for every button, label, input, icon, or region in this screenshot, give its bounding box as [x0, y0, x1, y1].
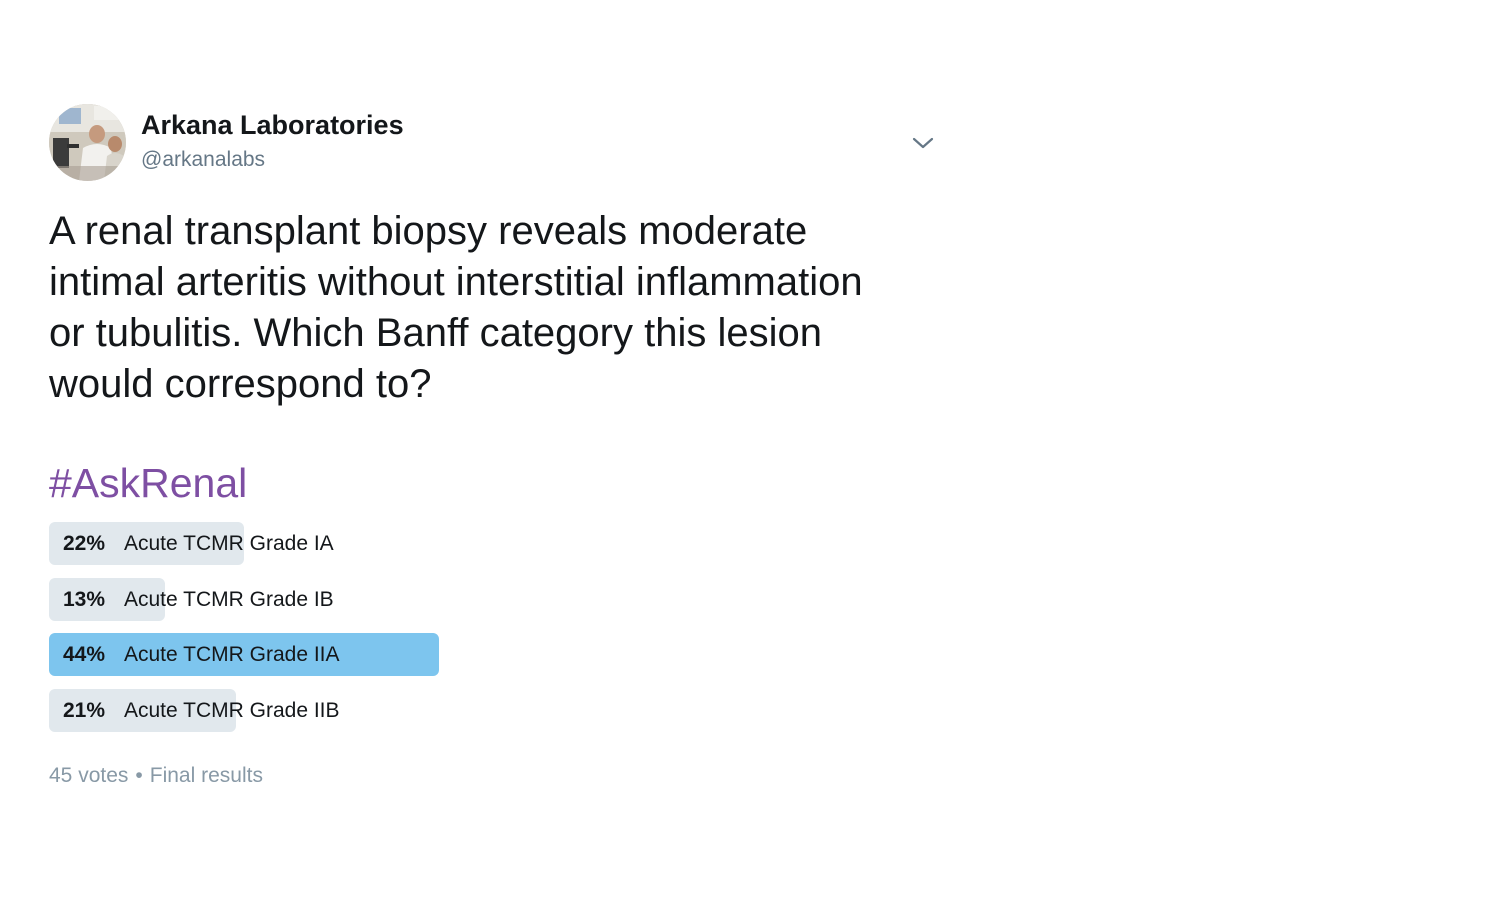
poll-option-label: Acute TCMR Grade IA	[124, 532, 334, 555]
poll-percent: 13%	[63, 587, 106, 611]
poll-meta: 45 votes • Final results	[49, 764, 263, 788]
avatar[interactable]	[49, 104, 126, 181]
poll-option-label: Acute TCMR Grade IB	[124, 587, 334, 611]
poll-meta-separator: •	[135, 764, 143, 787]
tweet-text: A renal transplant biopsy reveals modera…	[49, 209, 863, 406]
poll-option-winner: 44% Acute TCMR Grade IIA	[49, 633, 549, 676]
chevron-down-icon[interactable]	[911, 134, 935, 152]
poll-status: Final results	[149, 764, 263, 787]
poll-option: 22% Acute TCMR Grade IA	[49, 522, 549, 565]
poll-percent: 22%	[63, 532, 106, 555]
poll-option: 13% Acute TCMR Grade IB	[49, 577, 549, 621]
author-handle[interactable]: @arkanalabs	[141, 148, 265, 172]
tweet-card: Arkana Laboratories @arkanalabs A renal …	[49, 104, 939, 787]
poll: 22% Acute TCMR Grade IA 13% Acute TCMR G…	[49, 522, 549, 744]
hashtag-link[interactable]: #AskRenal	[49, 458, 247, 508]
poll-option-label: Acute TCMR Grade IIB	[124, 698, 340, 722]
poll-percent: 44%	[63, 643, 106, 666]
poll-option: 21% Acute TCMR Grade IIB	[49, 688, 549, 732]
poll-option-label: Acute TCMR Grade IIA	[124, 643, 340, 666]
tweet-header: Arkana Laboratories @arkanalabs	[49, 104, 939, 184]
profile-photo-icon	[49, 104, 126, 181]
poll-percent: 21%	[63, 698, 106, 722]
poll-vote-count: 45 votes	[49, 764, 129, 787]
author-name[interactable]: Arkana Laboratories	[141, 110, 404, 141]
